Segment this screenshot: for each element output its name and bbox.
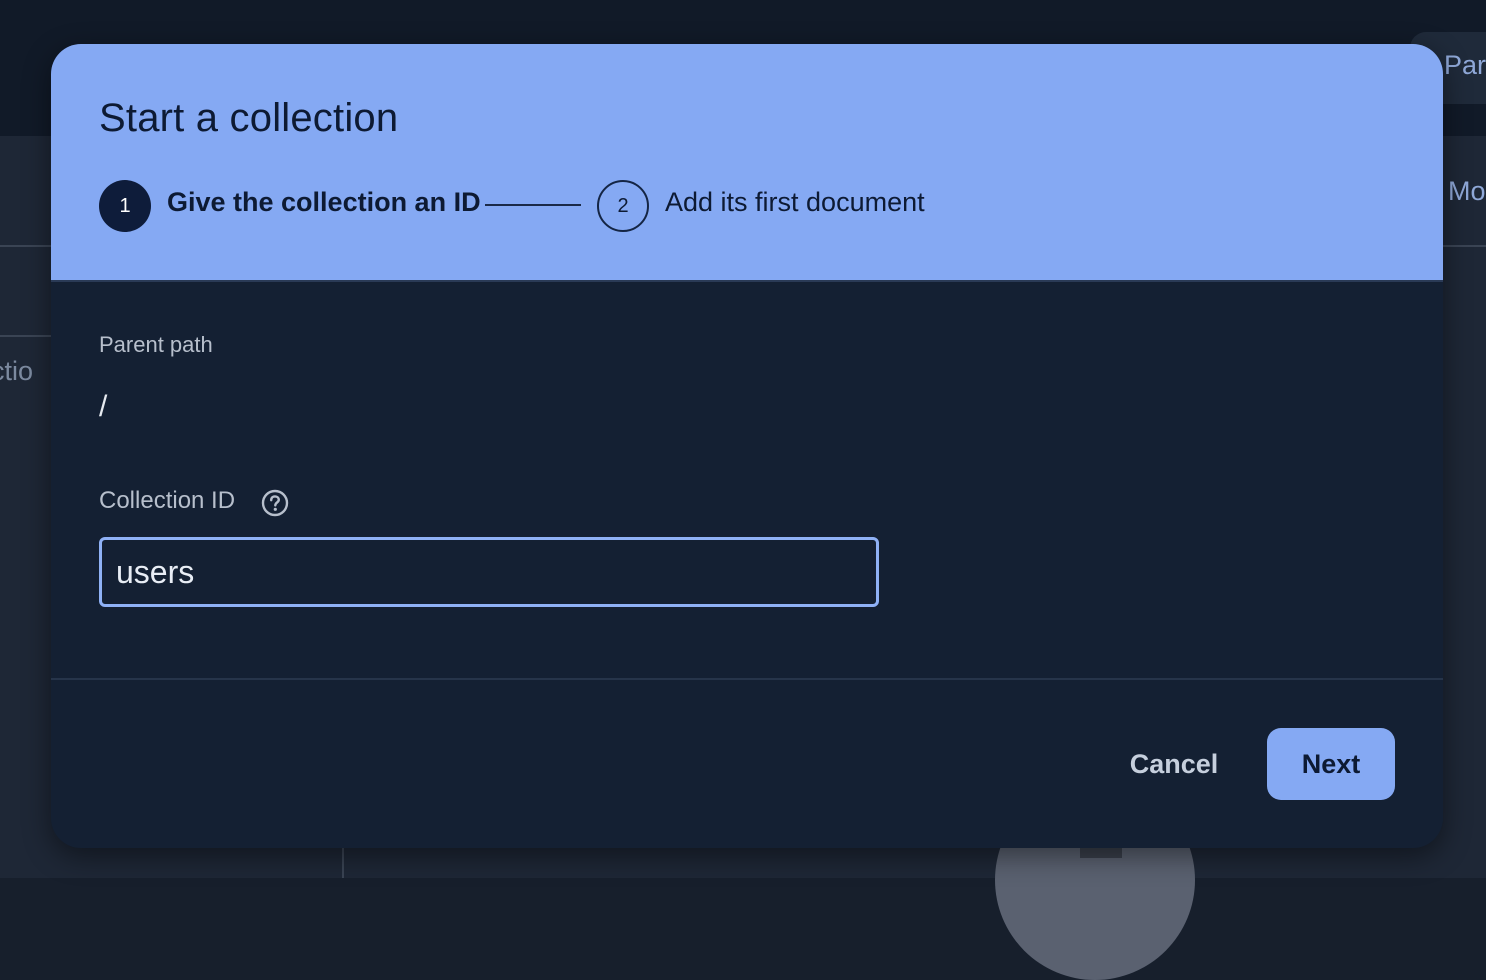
collection-id-input[interactable] — [99, 537, 879, 607]
step-1-indicator: 1 — [99, 180, 151, 232]
header-divider — [51, 280, 1443, 282]
dialog-header: Start a collection 1 Give the collection… — [51, 44, 1443, 280]
help-circle-icon[interactable] — [260, 488, 290, 518]
parent-path-label: Parent path — [99, 332, 213, 357]
background-column-label: ectio — [0, 356, 34, 386]
background-divider — [342, 846, 344, 878]
stepper-connector — [485, 204, 581, 206]
background-tab-label: Mo — [1448, 176, 1486, 206]
parent-path-value: / — [99, 390, 108, 423]
collection-id-label: Collection ID — [99, 487, 236, 514]
next-button[interactable]: Next — [1267, 728, 1395, 800]
step-2-indicator: 2 — [597, 180, 649, 232]
background-chip-label: Par — [1444, 50, 1486, 80]
cancel-button[interactable]: Cancel — [1107, 728, 1241, 800]
start-collection-dialog: Start a collection 1 Give the collection… — [51, 44, 1443, 848]
step-1-label: Give the collection an ID — [167, 187, 481, 217]
step-2-label: Add its first document — [665, 187, 925, 217]
footer-divider — [51, 678, 1443, 680]
dialog-title: Start a collection — [99, 96, 399, 140]
